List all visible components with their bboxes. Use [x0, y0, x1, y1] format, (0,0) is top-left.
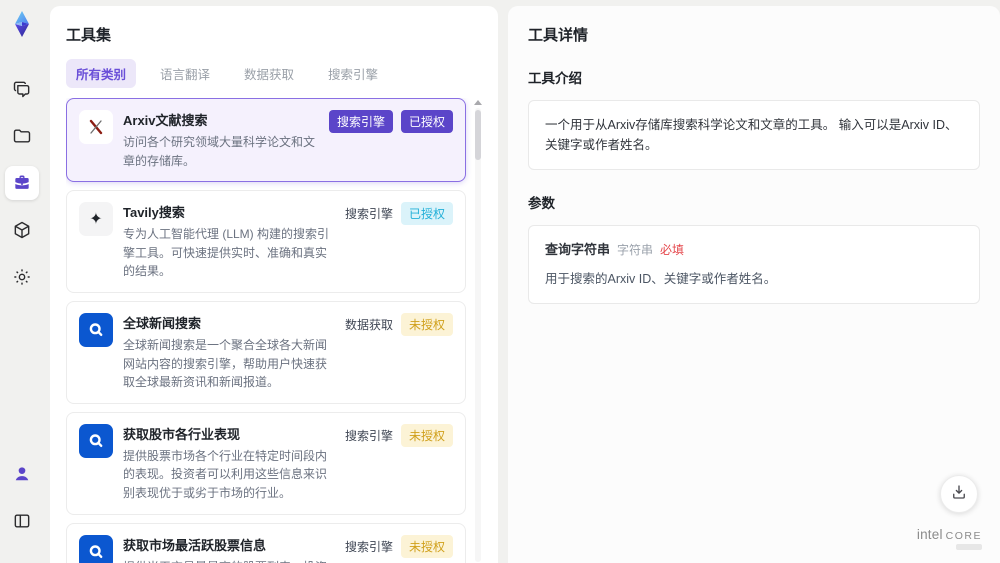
- tab-language-translation[interactable]: 语言翻译: [150, 59, 220, 88]
- sidebar-item-chat[interactable]: [5, 72, 39, 106]
- tool-card-global-news[interactable]: 全球新闻搜索 全球新闻搜索是一个聚合全球各大新闻网站内容的搜索引擎，帮助用户快速…: [66, 300, 466, 404]
- param-description: 用于搜索的Arxiv ID、关键字或作者姓名。: [545, 271, 777, 286]
- tab-data-fetch[interactable]: 数据获取: [234, 59, 304, 88]
- sidebar-item-collapse[interactable]: [5, 504, 39, 538]
- tool-name: 全球新闻搜索: [123, 315, 202, 331]
- tool-description: 访问各个研究领域大量科学论文和文章的存储库。: [123, 135, 316, 168]
- chat-icon: [12, 79, 32, 99]
- sidebar-item-user[interactable]: [5, 457, 39, 491]
- tool-list: Arxiv文献搜索 访问各个研究领域大量科学论文和文章的存储库。 搜索引擎 已授…: [66, 98, 482, 563]
- page-title: 工具集: [66, 27, 112, 44]
- tool-description: 提供当天交易量最高的股票列表，投资者可以利用这些信息来识别流动性强的股票和潜在的…: [123, 558, 335, 563]
- download-icon: [950, 483, 968, 506]
- gear-icon: [12, 267, 32, 287]
- tool-name: Tavily搜索: [123, 205, 185, 221]
- cube-icon: [12, 220, 32, 240]
- param-box: 查询字符串 字符串 必填 用于搜索的Arxiv ID、关键字或作者姓名。: [528, 225, 980, 304]
- category-label: 搜索引擎: [344, 207, 393, 222]
- list-scrollbar[interactable]: [474, 100, 482, 563]
- sidebar-item-settings[interactable]: [5, 260, 39, 294]
- tab-all-categories[interactable]: 所有类别: [66, 59, 137, 88]
- arxiv-icon: [79, 110, 113, 144]
- tool-details-panel: 工具详情 工具介绍 一个用于从Arxiv存储库搜索科学论文和文章的工具。 输入可…: [508, 6, 1000, 563]
- tool-card-active-stocks[interactable]: 获取市场最活跃股票信息 提供当天交易量最高的股票列表，投资者可以利用这些信息来识…: [66, 522, 466, 563]
- panel-icon: [12, 511, 32, 531]
- intel-sub-badge: [956, 544, 982, 550]
- sidebar-item-tools[interactable]: [5, 166, 39, 200]
- intel-core-logo: intel core: [916, 526, 982, 550]
- scroll-up-arrow-icon[interactable]: [474, 100, 482, 105]
- tavily-star-icon: ✦: [79, 202, 113, 237]
- intro-heading: 工具介绍: [528, 71, 582, 86]
- scrollbar-thumb[interactable]: [475, 110, 481, 160]
- tool-name: Arxiv文献搜索: [123, 113, 208, 128]
- tool-description: 专为人工智能代理 (LLM) 构建的搜索引擎工具。可快速提供实时、准确和真实的结…: [123, 227, 330, 279]
- category-label: 数据获取: [344, 317, 393, 332]
- param-name: 查询字符串: [545, 242, 611, 257]
- category-label: 搜索引擎: [344, 539, 393, 554]
- tool-intro-box: 一个用于从Arxiv存储库搜索科学论文和文章的工具。 输入可以是Arxiv ID…: [528, 100, 980, 170]
- category-label: 搜索引擎: [344, 428, 393, 443]
- auth-badge: 未授权: [400, 312, 453, 336]
- scrollbar-track[interactable]: [475, 108, 481, 562]
- active-stocks-icon: [79, 534, 113, 563]
- param-type: 字符串: [617, 243, 654, 257]
- tool-list-panel: 工具集 所有类别 语言翻译 数据获取 搜索引擎 Arxiv文献搜索 访问各个研究…: [50, 6, 498, 563]
- details-title: 工具详情: [528, 27, 589, 44]
- tool-name: 获取股市各行业表现: [123, 426, 241, 442]
- left-rail: [0, 0, 44, 563]
- folder-icon: [12, 126, 32, 146]
- tool-description: 全球新闻搜索是一个聚合全球各大新闻网站内容的搜索引擎，帮助用户快速获取全球最新资…: [123, 337, 328, 390]
- category-tabs: 所有类别 语言翻译 数据获取 搜索引擎: [66, 59, 482, 88]
- briefcase-icon: [12, 173, 32, 193]
- user-icon: [12, 464, 32, 484]
- auth-badge: 已授权: [400, 110, 453, 133]
- global-news-icon: [79, 312, 113, 347]
- auth-badge: 已授权: [400, 202, 453, 226]
- tool-card-stock-sector[interactable]: 获取股市各行业表现 提供股票市场各个行业在特定时间段内的表现。投资者可以利用这些…: [66, 411, 466, 515]
- auth-badge: 未授权: [400, 534, 453, 558]
- stock-sector-icon: [79, 423, 113, 458]
- core-wordmark: core: [945, 529, 982, 542]
- intel-wordmark: intel: [916, 526, 943, 542]
- category-badge: 搜索引擎: [328, 110, 393, 133]
- app-logo-icon: [8, 10, 36, 38]
- sidebar-item-files[interactable]: [5, 119, 39, 153]
- auth-badge: 未授权: [400, 423, 453, 447]
- tool-name: 获取市场最活跃股票信息: [123, 537, 267, 553]
- param-required-badge: 必填: [660, 243, 685, 257]
- tool-card-tavily[interactable]: ✦ Tavily搜索 专为人工智能代理 (LLM) 构建的搜索引擎工具。可快速提…: [66, 190, 466, 293]
- params-heading: 参数: [528, 196, 555, 211]
- tool-card-arxiv[interactable]: Arxiv文献搜索 访问各个研究领域大量科学论文和文章的存储库。 搜索引擎 已授…: [66, 98, 466, 183]
- tab-search-engine[interactable]: 搜索引擎: [318, 59, 388, 88]
- tool-description: 提供股票市场各个行业在特定时间段内的表现。投资者可以利用这些信息来识别表现优于或…: [123, 448, 328, 500]
- sidebar-item-packages[interactable]: [5, 213, 39, 247]
- download-button[interactable]: [940, 475, 978, 513]
